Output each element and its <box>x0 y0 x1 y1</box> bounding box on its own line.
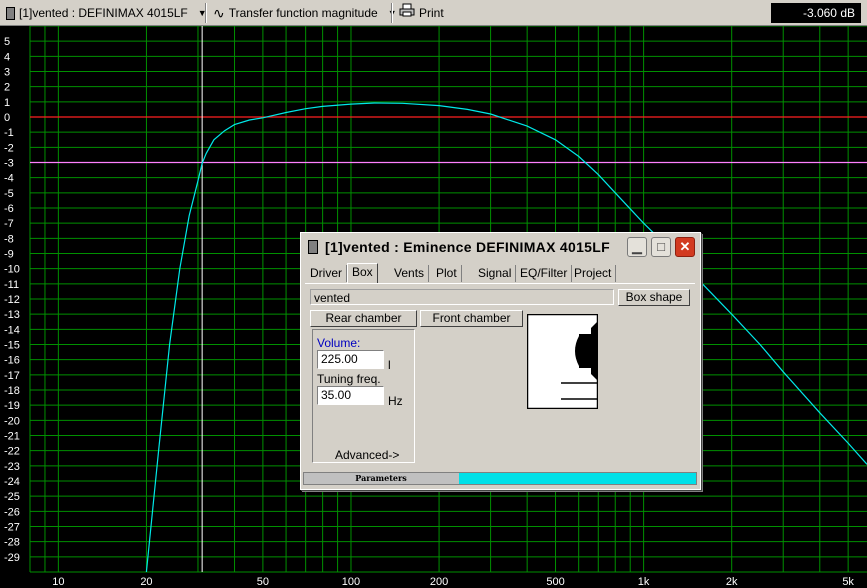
y-tick-label: -18 <box>4 385 20 397</box>
view-selector[interactable]: ∿ Transfer function magnitude ▼ <box>213 3 397 23</box>
print-button[interactable]: Print <box>399 3 444 23</box>
y-tick-label: -28 <box>4 537 20 549</box>
tab-driver[interactable]: Driver <box>306 265 347 282</box>
volume-unit: l <box>388 358 391 372</box>
y-tick-label: -8 <box>4 233 14 245</box>
box-name-field[interactable]: vented <box>310 289 614 305</box>
tuning-freq-label: Tuning freq. <box>317 372 381 386</box>
y-tick-label: -12 <box>4 294 20 306</box>
y-tick-label: 3 <box>4 67 10 79</box>
rear-chamber-panel: Volume: 225.00 l Tuning freq. 35.00 Hz A… <box>312 329 415 463</box>
minimize-icon[interactable]: ▁ <box>627 237 647 257</box>
y-tick-label: -21 <box>4 431 20 443</box>
x-tick-label: 100 <box>342 576 360 588</box>
tab-signal[interactable]: Signal <box>474 265 517 282</box>
dialog-titlebar[interactable]: [1]vented : Eminence DEFINIMAX 4015LF ▁ … <box>301 233 698 261</box>
y-tick-label: 4 <box>4 51 10 63</box>
box-shape-button[interactable]: Box shape <box>618 289 690 306</box>
y-tick-label: -19 <box>4 400 20 412</box>
project-icon <box>6 6 15 20</box>
driver-box-dialog: [1]vented : Eminence DEFINIMAX 4015LF ▁ … <box>300 232 701 490</box>
y-tick-label: 2 <box>4 82 10 94</box>
y-tick-label: -1 <box>4 127 14 139</box>
tab-vents[interactable]: Vents <box>390 265 430 282</box>
y-tick-label: -23 <box>4 461 20 473</box>
toolbar-separator <box>205 3 207 23</box>
y-tick-label: -4 <box>4 173 14 185</box>
x-tick-label: 20 <box>140 576 152 588</box>
dialog-statusbar: Parameters <box>303 472 697 485</box>
x-tick-label: 2k <box>726 576 738 588</box>
y-tick-label: -7 <box>4 218 14 230</box>
project-label: [1]vented : DEFINIMAX 4015LF <box>19 6 188 20</box>
toolbar: [1]vented : DEFINIMAX 4015LF ▼ ∿ Transfe… <box>0 0 867 26</box>
status-label: Parameters <box>355 473 407 483</box>
db-readout: -3.060 dB <box>771 3 861 23</box>
volume-label: Volume: <box>317 336 361 350</box>
y-tick-label: -11 <box>4 279 19 291</box>
y-tick-label: -22 <box>4 446 20 458</box>
y-tick-label: -25 <box>4 491 20 503</box>
tab-eq-filter[interactable]: EQ/Filter <box>516 265 573 282</box>
x-tick-label: 1k <box>638 576 650 588</box>
maximize-icon[interactable]: □ <box>651 237 671 257</box>
toolbar-separator <box>391 3 393 23</box>
transfer-function-icon: ∿ <box>213 5 225 21</box>
front-chamber-button[interactable]: Front chamber <box>420 310 523 327</box>
y-tick-label: -14 <box>4 324 20 336</box>
y-tick-label: -15 <box>4 340 20 352</box>
y-tick-label: -29 <box>4 552 20 564</box>
y-tick-label: -9 <box>4 249 14 261</box>
y-tick-label: -24 <box>4 476 20 488</box>
y-tick-label: 0 <box>4 112 10 124</box>
y-tick-label: -5 <box>4 188 14 200</box>
x-tick-label: 200 <box>430 576 448 588</box>
tab-divider <box>305 283 695 284</box>
y-tick-label: -16 <box>4 355 20 367</box>
project-selector[interactable]: [1]vented : DEFINIMAX 4015LF ▼ <box>6 3 207 23</box>
x-tick-label: 500 <box>546 576 564 588</box>
tuning-freq-unit: Hz <box>388 394 403 408</box>
rear-chamber-button[interactable]: Rear chamber <box>310 310 417 327</box>
x-tick-label: 10 <box>52 576 64 588</box>
dialog-title: [1]vented : Eminence DEFINIMAX 4015LF <box>325 239 610 255</box>
tuning-freq-input[interactable]: 35.00 <box>317 386 384 405</box>
tab-box[interactable]: Box <box>347 263 378 283</box>
y-tick-label: -6 <box>4 203 14 215</box>
y-tick-label: -13 <box>4 309 20 321</box>
y-tick-label: -26 <box>4 506 20 518</box>
y-tick-label: -17 <box>4 370 20 382</box>
window-icon <box>308 240 318 254</box>
advanced-link[interactable]: Advanced-> <box>335 448 399 462</box>
x-tick-label: 50 <box>257 576 269 588</box>
view-label: Transfer function magnitude <box>228 6 378 20</box>
status-progress-bar <box>459 473 696 484</box>
tab-project[interactable]: Project <box>570 265 617 282</box>
y-tick-label: 5 <box>4 36 10 48</box>
print-icon <box>399 3 415 23</box>
y-tick-label: -27 <box>4 522 20 534</box>
y-tick-label: -3 <box>4 158 14 170</box>
y-tick-label: -10 <box>4 264 20 276</box>
y-tick-label: -2 <box>4 142 14 154</box>
close-icon[interactable]: ✕ <box>675 237 695 257</box>
print-label: Print <box>419 6 444 20</box>
volume-input[interactable]: 225.00 <box>317 350 384 369</box>
tab-plot[interactable]: Plot <box>432 265 462 282</box>
y-tick-label: -20 <box>4 415 20 427</box>
box-shape-preview <box>527 314 598 409</box>
y-tick-label: 1 <box>4 97 10 109</box>
x-tick-label: 5k <box>842 576 854 588</box>
